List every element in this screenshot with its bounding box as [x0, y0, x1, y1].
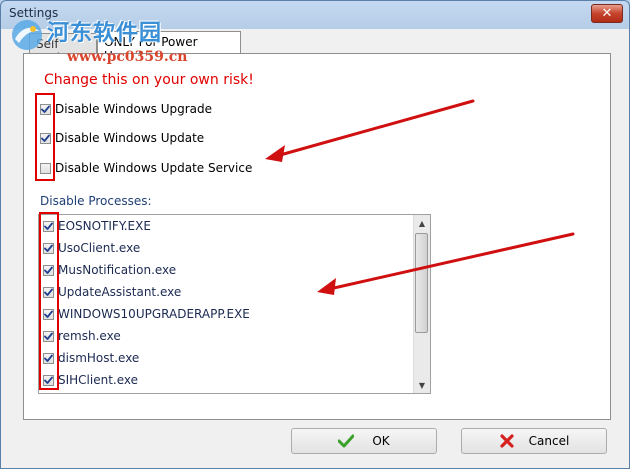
triangle-up-icon: ▲: [418, 218, 426, 228]
scroll-up-button[interactable]: ▲: [414, 215, 430, 231]
list-item[interactable]: WINDOWS10UPGRADERAPP.EXE: [43, 305, 250, 323]
process-checkbox[interactable]: [43, 374, 54, 386]
process-label: MusNotification.exe: [58, 263, 177, 277]
risk-warning: Change this on your own risk!: [44, 72, 254, 88]
process-listbox[interactable]: EOSNOTIFY.EXE UsoClient.exe MusNotificat…: [38, 214, 431, 394]
process-label: UpdateAssistant.exe: [58, 285, 182, 299]
triangle-down-icon: ▼: [418, 380, 426, 390]
disable-windows-update-label: Disable Windows Update: [55, 131, 205, 145]
scroll-thumb[interactable]: [415, 233, 428, 333]
power-users-panel: Change this on your own risk! Disable Wi…: [23, 53, 611, 420]
process-checkbox[interactable]: [43, 264, 54, 276]
list-item[interactable]: UpdateAssistant.exe: [43, 283, 181, 301]
process-checkbox[interactable]: [43, 286, 54, 298]
cancel-button-label: Cancel: [528, 434, 570, 448]
process-label: WINDOWS10UPGRADERAPP.EXE: [58, 307, 250, 321]
disable-windows-update-service-checkbox[interactable]: [40, 162, 51, 174]
settings-window: Settings ✕ Self Update ONLY For Power Us…: [0, 0, 630, 469]
list-item[interactable]: EOSNOTIFY.EXE: [43, 217, 151, 235]
process-checkbox[interactable]: [43, 242, 54, 254]
list-item[interactable]: remsh.exe: [43, 327, 121, 345]
check-icon: [338, 434, 355, 448]
process-label: EOSNOTIFY.EXE: [58, 219, 151, 233]
scroll-down-button[interactable]: ▼: [414, 377, 430, 393]
process-checkbox[interactable]: [43, 220, 54, 232]
process-checkbox[interactable]: [43, 352, 54, 364]
title-bar[interactable]: Settings ✕: [1, 1, 629, 29]
tab-self-update[interactable]: Self Update: [29, 33, 97, 65]
list-item[interactable]: SIHClient.exe: [43, 371, 138, 389]
list-item[interactable]: UsoClient.exe: [43, 239, 140, 257]
disable-windows-update-checkbox[interactable]: [40, 132, 51, 144]
ok-button-label: OK: [372, 434, 390, 448]
disable-windows-upgrade-checkbox[interactable]: [40, 103, 51, 115]
list-item[interactable]: MusNotification.exe: [43, 261, 176, 279]
tab-power-users[interactable]: ONLY For Power Users!: [97, 31, 241, 63]
close-button[interactable]: ✕: [591, 4, 623, 23]
process-label: remsh.exe: [58, 329, 121, 343]
list-item[interactable]: dismHost.exe: [43, 349, 139, 367]
x-icon: [499, 433, 515, 449]
disable-windows-update-option[interactable]: Disable Windows Update: [40, 130, 204, 146]
ok-button[interactable]: OK: [291, 428, 437, 454]
disable-windows-upgrade-label: Disable Windows Upgrade: [55, 102, 213, 116]
disable-windows-update-service-label: Disable Windows Update Service: [55, 161, 253, 175]
window-title: Settings: [9, 6, 59, 20]
disable-processes-label: Disable Processes:: [40, 194, 152, 208]
process-label: dismHost.exe: [58, 351, 140, 365]
disable-windows-upgrade-option[interactable]: Disable Windows Upgrade: [40, 101, 212, 117]
process-label: UsoClient.exe: [58, 241, 141, 255]
process-label: SIHClient.exe: [58, 373, 139, 387]
vertical-scrollbar[interactable]: ▲ ▼: [413, 215, 430, 393]
close-icon: ✕: [601, 6, 613, 21]
cancel-button[interactable]: Cancel: [461, 428, 607, 454]
process-checkbox[interactable]: [43, 330, 54, 342]
disable-windows-update-service-option[interactable]: Disable Windows Update Service: [40, 160, 252, 176]
process-checkbox[interactable]: [43, 308, 54, 320]
